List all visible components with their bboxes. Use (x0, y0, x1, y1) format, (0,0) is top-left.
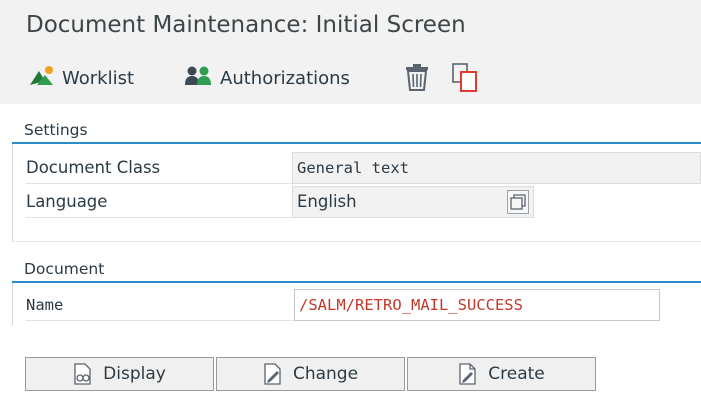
change-label: Change (292, 364, 359, 384)
name-label: Name (26, 289, 296, 321)
value-help-icon (510, 194, 526, 210)
create-label: Create (488, 364, 545, 384)
trash-icon (406, 64, 428, 91)
name-input[interactable]: /SALM/RETRO_MAIL_SUCCESS (294, 289, 660, 321)
settings-group: Settings Document Class General text Lan… (12, 118, 701, 242)
page-title: Document Maintenance: Initial Screen (26, 12, 466, 38)
change-icon (263, 363, 283, 385)
document-heading: Document (24, 260, 105, 278)
worklist-label: Worklist (62, 67, 135, 89)
group-border (12, 144, 13, 242)
language-value: English (297, 192, 357, 211)
document-class-label: Document Class (26, 152, 292, 184)
change-button[interactable]: Change (216, 357, 405, 391)
language-field[interactable]: English (292, 186, 534, 218)
document-class-field[interactable]: General text (292, 152, 701, 184)
document-group-header: Document (12, 257, 701, 283)
title-bar: Document Maintenance: Initial Screen (0, 0, 701, 52)
copy-button[interactable] (452, 63, 480, 97)
group-border (12, 241, 701, 242)
create-icon (458, 363, 478, 385)
application-toolbar: Worklist Authorizations (0, 52, 701, 104)
display-button[interactable]: Display (25, 357, 214, 391)
users-icon (184, 65, 214, 92)
language-label: Language (26, 186, 292, 218)
settings-group-header: Settings (12, 118, 701, 144)
create-button[interactable]: Create (407, 357, 596, 391)
document-group: Document Name /SALM/RETRO_MAIL_SUCCESS (12, 257, 701, 329)
authorizations-button[interactable]: Authorizations (184, 64, 350, 92)
settings-heading: Settings (24, 121, 88, 139)
group-border (12, 283, 13, 325)
display-label: Display (103, 364, 166, 384)
authorizations-label: Authorizations (220, 67, 350, 89)
display-icon (73, 363, 93, 385)
copy-icon (452, 63, 477, 92)
worklist-button[interactable]: Worklist (28, 64, 134, 92)
value-help-button[interactable] (507, 190, 529, 214)
delete-button[interactable] (404, 63, 430, 95)
worklist-icon (28, 65, 56, 92)
